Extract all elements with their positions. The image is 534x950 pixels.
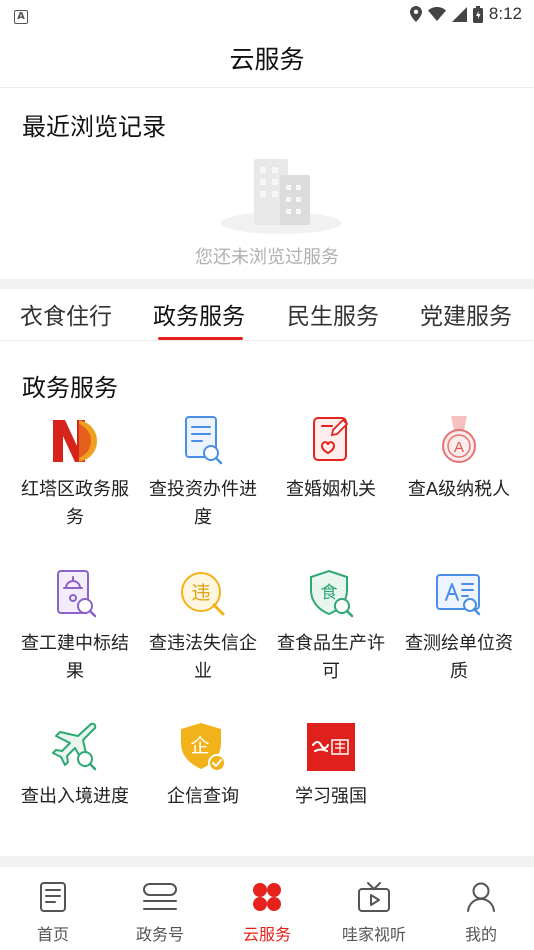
xuexi-qiangguo-logo-icon <box>307 723 355 771</box>
wifi-icon <box>427 7 446 21</box>
nav-home[interactable]: 首页 <box>0 867 106 950</box>
tab-party-building[interactable]: 党建服务 <box>420 297 512 331</box>
section-title: 政务服务 <box>22 374 118 402</box>
service-label: 学习强国 <box>295 786 367 807</box>
empty-message: 您还未浏览过服务 <box>195 247 339 268</box>
divider <box>0 856 534 866</box>
battery-icon <box>472 5 483 23</box>
bottom-nav: 首页 政务号 云服务 哇家视听 我的 <box>0 866 534 950</box>
location-icon <box>409 6 422 22</box>
nav-label: 我的 <box>464 925 497 944</box>
layers-icon <box>143 883 177 910</box>
svg-text:A: A <box>454 439 464 456</box>
service-label: 查投资办件进度 <box>149 479 257 528</box>
service-label: 查测绘单位资质 <box>405 633 513 682</box>
service-label: 查违法失信企业 <box>149 633 257 682</box>
document-search-icon <box>185 416 223 465</box>
service-label: 企信查询 <box>167 786 239 807</box>
nav-label: 首页 <box>36 925 69 944</box>
service-surveying-qualification[interactable]: 查测绘单位资质 <box>395 568 523 686</box>
tab-active-indicator <box>158 337 243 340</box>
user-icon <box>467 882 495 912</box>
tab-clothing-food[interactable]: 衣食住行 <box>20 297 112 331</box>
notification-icon: A <box>14 10 28 24</box>
app-header: 云服务 <box>0 28 534 88</box>
service-xuexi-qiangguo[interactable]: 学习强国 <box>267 721 395 811</box>
food-shield-icon: 食 <box>310 569 354 618</box>
service-enterprise-credit[interactable]: 企 企信查询 <box>139 721 267 811</box>
page-title: 云服务 <box>229 44 305 74</box>
svg-text:企: 企 <box>190 735 209 757</box>
tab-livelihood[interactable]: 民生服务 <box>287 297 379 331</box>
violation-search-icon: 违 <box>181 572 225 616</box>
nav-video[interactable]: 哇家视听 <box>321 867 427 950</box>
nav-profile[interactable]: 我的 <box>428 867 534 950</box>
category-tabs: 衣食住行 政务服务 民生服务 党建服务 <box>0 289 534 341</box>
medal-a-icon: A <box>442 416 476 463</box>
service-food-license[interactable]: 食 查食品生产许可 <box>267 568 395 686</box>
signal-icon <box>451 6 467 22</box>
svg-text:违: 违 <box>191 582 210 604</box>
enterprise-shield-icon: 企 <box>181 723 226 772</box>
service-a-taxpayer[interactable]: A 查A级纳税人 <box>395 414 523 504</box>
status-time: 8:12 <box>488 4 522 23</box>
nav-cloud-service[interactable]: 云服务 <box>214 867 320 950</box>
nav-government-account[interactable]: 政务号 <box>107 867 213 950</box>
service-label: 查A级纳税人 <box>407 479 511 500</box>
service-investment-progress[interactable]: 查投资办件进度 <box>139 414 267 532</box>
nav-label: 政务号 <box>135 925 184 944</box>
nav-label: 哇家视听 <box>341 925 406 944</box>
tab-government[interactable]: 政务服务 <box>153 297 245 331</box>
surveying-icon <box>436 574 481 616</box>
marriage-certificate-icon <box>313 417 349 461</box>
service-label: 查工建中标结果 <box>21 633 129 682</box>
news-icon <box>40 882 66 912</box>
cloud-service-icon <box>253 883 281 911</box>
service-label: 查食品生产许可 <box>277 633 385 682</box>
svg-text:食: 食 <box>321 583 338 603</box>
service-label: 查出入境进度 <box>21 786 129 807</box>
airplane-search-icon <box>52 722 97 771</box>
recent-title: 最近浏览记录 <box>22 113 166 141</box>
service-label: 红塔区政务服务 <box>21 479 129 528</box>
service-label: 查婚姻机关 <box>286 479 376 500</box>
construction-search-icon <box>57 570 97 618</box>
divider <box>0 279 534 289</box>
service-construction-bid[interactable]: 查工建中标结果 <box>11 568 139 686</box>
recent-section: 最近浏览记录 您还未浏览过服务 <box>0 89 534 279</box>
tv-icon <box>358 882 390 912</box>
hongta-logo-icon <box>53 420 97 462</box>
service-marriage-office[interactable]: 查婚姻机关 <box>267 414 395 504</box>
status-bar: A 8:12 <box>0 0 534 28</box>
nav-label: 云服务 <box>242 925 291 944</box>
service-hongta[interactable]: 红塔区政务服务 <box>11 414 139 532</box>
service-violation-enterprise[interactable]: 违 查违法失信企业 <box>139 568 267 686</box>
service-entry-exit[interactable]: 查出入境进度 <box>11 721 139 811</box>
